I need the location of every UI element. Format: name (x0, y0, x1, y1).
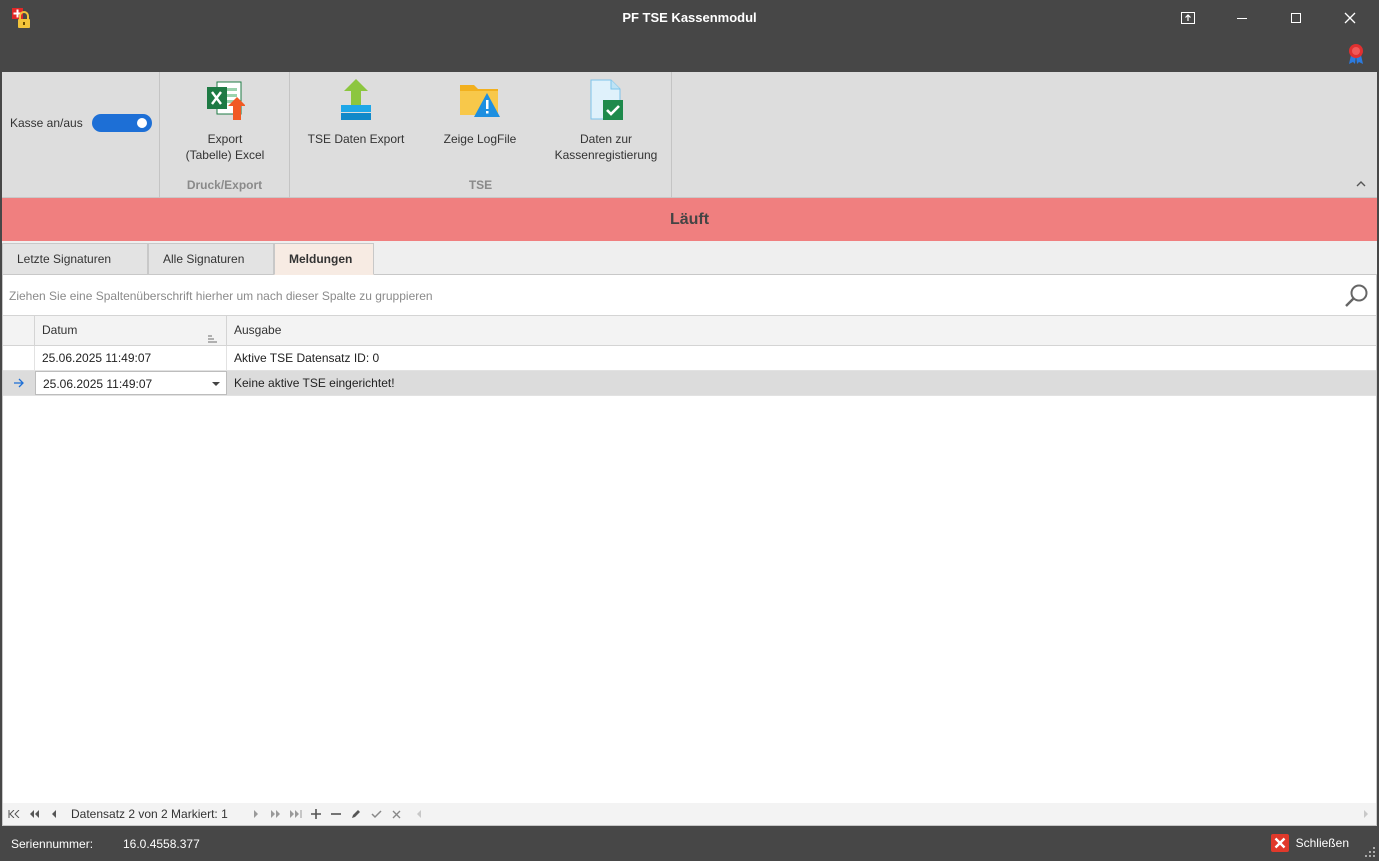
title-bar: PF TSE Kassenmodul (0, 0, 1379, 36)
tse-daten-export-label: TSE Daten Export (307, 132, 405, 146)
export-excel-label-2: (Tabelle) Excel (185, 148, 265, 162)
ribbon: Kasse an/aus Export (Tabelle) Excel Druc… (2, 72, 1377, 198)
group-by-panel[interactable]: Ziehen Sie eine Spaltenüberschrift hierh… (3, 275, 1376, 316)
tab-strip: Letzte Signaturen Alle Signaturen Meldun… (2, 241, 1377, 275)
zeige-logfile-label: Zeige LogFile (443, 132, 517, 146)
daten-kassenregistierung-label-1: Daten zur (579, 132, 633, 146)
nav-next-page-icon[interactable] (269, 807, 283, 821)
column-header-datum-label: Datum (42, 323, 78, 337)
scrollbar-arrows-icon (417, 810, 421, 818)
row-indicator (3, 346, 35, 370)
close-window-button[interactable] (1323, 0, 1377, 36)
group-caption-druck-export: Druck/Export (186, 178, 263, 192)
cell-ausgabe[interactable]: Aktive TSE Datensatz ID: 0 (227, 346, 1376, 370)
kasse-toggle-switch[interactable] (92, 114, 152, 132)
ribbon-group-tse: TSE Daten Export Zeige LogFile Daten zur… (290, 72, 672, 198)
minimize-button[interactable] (1215, 0, 1269, 36)
nav-prev-icon[interactable] (47, 807, 61, 821)
excel-export-icon (203, 76, 247, 124)
status-band: Läuft (2, 198, 1377, 241)
minimize-icon (1237, 18, 1247, 19)
export-excel-button[interactable]: Export (Tabelle) Excel (160, 76, 290, 163)
table-row-focused[interactable]: 25.06.2025 11:49:07 Keine aktive TSE ein… (3, 371, 1376, 396)
navigator-record-text: Datensatz 2 von 2 Markiert: 1 (71, 807, 228, 821)
nav-next-icon[interactable] (249, 807, 263, 821)
column-header-ausgabe[interactable]: Ausgabe (227, 316, 1376, 346)
schliessen-button[interactable]: Schließen (1270, 834, 1349, 852)
nav-cancel-icon[interactable] (389, 807, 403, 821)
restore-to-tray-button[interactable] (1161, 0, 1215, 36)
data-navigator: Datensatz 2 von 2 Markiert: 1 (3, 803, 1376, 825)
nav-remove-icon[interactable] (329, 807, 343, 821)
resize-grip-icon[interactable] (1365, 847, 1375, 857)
group-panel-hint: Ziehen Sie eine Spaltenüberschrift hierh… (9, 289, 433, 303)
cell-ausgabe[interactable]: Keine aktive TSE eingerichtet! (227, 371, 1376, 395)
daten-kassenregistierung-label-2: Kassenregistierung (554, 148, 658, 162)
ribbon-header-bar (0, 36, 1379, 72)
search-icon[interactable] (1344, 283, 1370, 312)
collapse-ribbon-button[interactable] (1355, 177, 1367, 187)
scroll-right-arrow-icon[interactable] (1362, 806, 1370, 822)
maximize-icon (1291, 13, 1301, 23)
nav-prev-page-icon[interactable] (27, 807, 41, 821)
nav-apply-icon[interactable] (369, 807, 383, 821)
horizontal-scrollbar[interactable] (413, 806, 1370, 822)
tab-letzte-signaturen[interactable]: Letzte Signaturen (2, 243, 148, 275)
nav-edit-icon[interactable] (349, 807, 363, 821)
schliessen-label: Schließen (1295, 836, 1349, 850)
group-caption-tse: TSE (468, 178, 493, 192)
cell-datum[interactable]: 25.06.2025 11:49:07 (35, 346, 227, 370)
export-excel-label-1: Export (207, 132, 243, 146)
dropdown-arrow-icon[interactable] (212, 382, 220, 386)
close-red-icon (1270, 834, 1289, 852)
serial-number-label: Seriennummer: (11, 837, 94, 851)
table-row[interactable]: 25.06.2025 11:49:07 Aktive TSE Datensatz… (3, 346, 1376, 371)
maximize-button[interactable] (1269, 0, 1323, 36)
kasse-toggle-label: Kasse an/aus (10, 116, 83, 130)
column-header-datum[interactable]: Datum (35, 316, 227, 346)
serial-number-value: 16.0.4558.377 (123, 837, 200, 851)
tse-daten-export-button[interactable]: TSE Daten Export (294, 76, 418, 147)
ribbon-group-toggle: Kasse an/aus (2, 72, 160, 198)
close-icon (1344, 12, 1356, 24)
meldungen-grid: Ziehen Sie eine Spaltenüberschrift hierh… (2, 275, 1377, 826)
zeige-logfile-button[interactable]: Zeige LogFile (418, 76, 542, 147)
document-check-icon (584, 76, 628, 124)
ribbon-group-druck-export: Export (Tabelle) Excel Druck/Export (160, 72, 290, 198)
cell-datum-editor[interactable]: 25.06.2025 11:49:07 (35, 371, 227, 395)
nav-add-icon[interactable] (309, 807, 323, 821)
nav-first-icon[interactable] (7, 807, 21, 821)
folder-warning-icon (458, 76, 502, 124)
pin-window-icon (1181, 12, 1195, 24)
status-bar: Seriennummer: 16.0.4558.377 Schließen (0, 826, 1379, 861)
nav-last-icon[interactable] (289, 807, 303, 821)
row-indicator-header (3, 316, 35, 346)
cell-datum-value: 25.06.2025 11:49:07 (43, 377, 153, 391)
award-ribbon-icon[interactable] (1347, 43, 1365, 68)
daten-kassenregistierung-button[interactable]: Daten zur Kassenregistierung (542, 76, 670, 163)
upload-arrow-icon (334, 76, 378, 124)
tab-alle-signaturen[interactable]: Alle Signaturen (148, 243, 274, 275)
chevron-up-icon (1356, 181, 1366, 187)
tab-meldungen[interactable]: Meldungen (274, 243, 374, 275)
focused-row-arrow-icon (3, 371, 34, 395)
grid-header: Datum Ausgabe (3, 316, 1376, 346)
